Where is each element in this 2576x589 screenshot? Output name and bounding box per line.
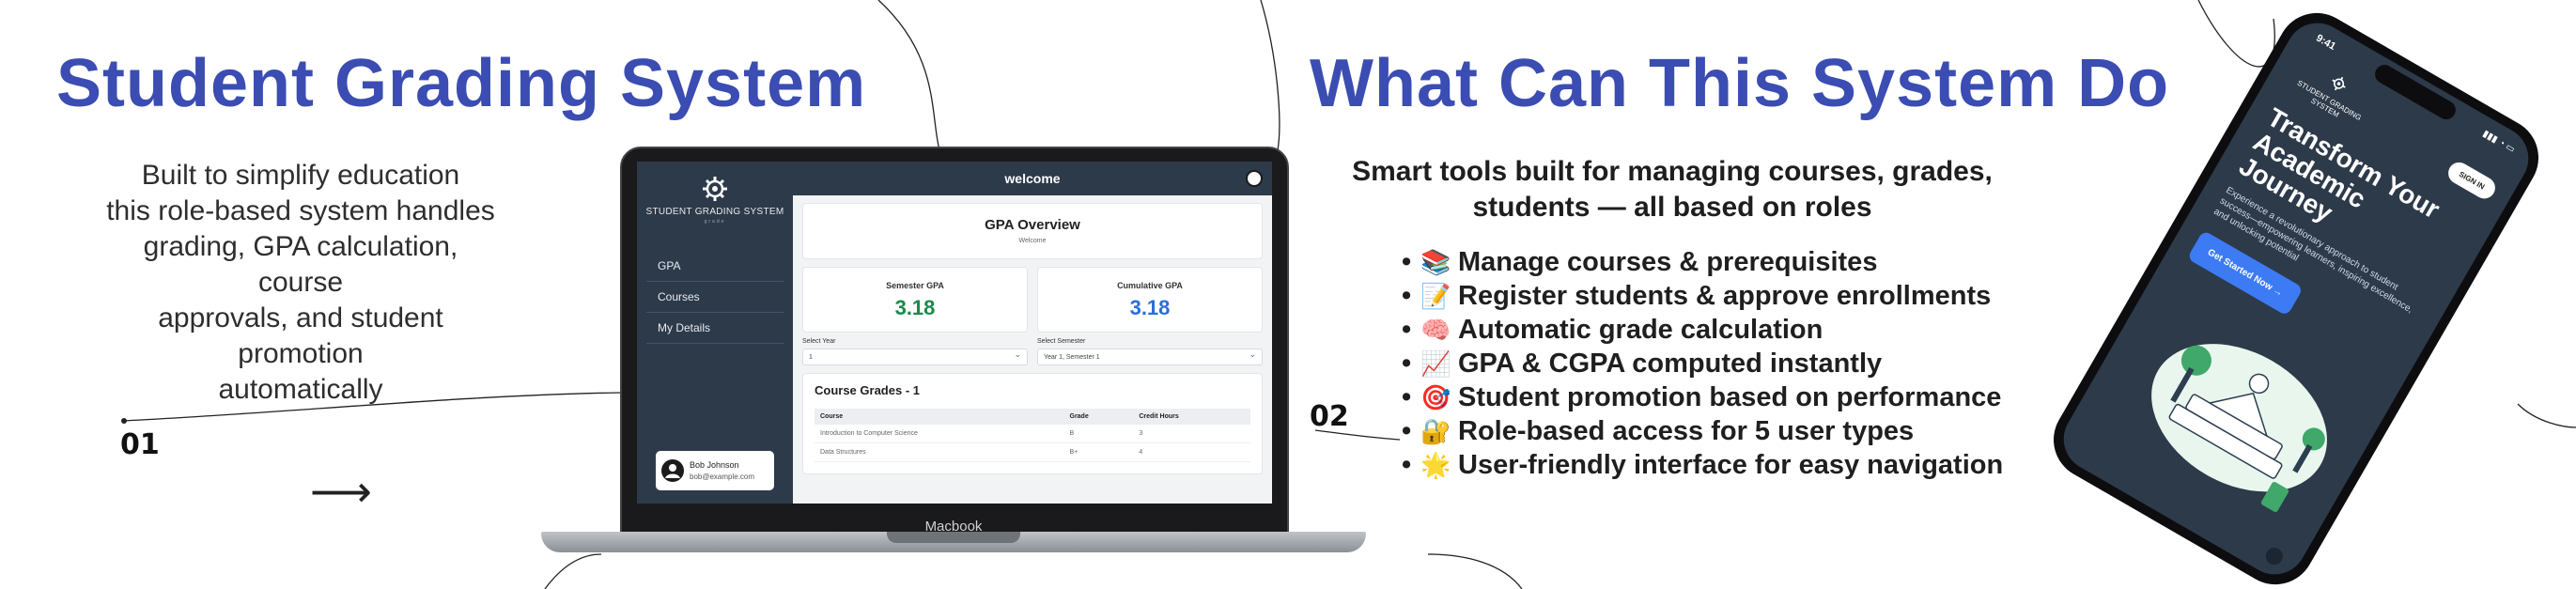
semester-select-label: Select Semester bbox=[1037, 338, 1086, 345]
star-icon: 🌟 bbox=[1420, 452, 1451, 480]
gpa-overview-card: GPA Overview Welcome bbox=[802, 203, 1263, 259]
signal-battery-icon: ▮▮▮ ◔ ▭ bbox=[2480, 128, 2517, 156]
step-number-01: 01 bbox=[120, 428, 160, 461]
chart-icon: 📈 bbox=[1420, 350, 1451, 379]
cumulative-gpa-value: 3.18 bbox=[1129, 296, 1171, 319]
gear-logo-icon bbox=[2332, 76, 2346, 91]
target-icon: 🎯 bbox=[1420, 384, 1451, 412]
semester-gpa-value: 3.18 bbox=[894, 296, 936, 319]
header-title: welcome bbox=[1004, 171, 1061, 186]
column-header: Grade bbox=[1063, 409, 1134, 425]
arrow-right-icon: ⟶ bbox=[310, 467, 372, 516]
left-title: Student Grading System bbox=[56, 46, 867, 121]
subtitle-line: Smart tools built for managing courses, … bbox=[1352, 156, 1993, 187]
app-sidebar: STUDENT GRADING SYSTEM grade GPA Courses… bbox=[637, 162, 793, 504]
user-icon bbox=[665, 464, 680, 478]
lock-icon: 🔐 bbox=[1420, 418, 1451, 446]
table-row: Data Structures B+ 4 bbox=[815, 442, 1250, 462]
table-header-row: Course Grade Credit Hours bbox=[815, 409, 1250, 425]
feature-item: • 🧠 Automatic grade calculation bbox=[1402, 314, 2003, 348]
user-card[interactable]: Bob Johnson bob@example.com bbox=[656, 451, 774, 490]
feature-item: • 🔐 Role-based access for 5 user types bbox=[1402, 415, 2003, 449]
feature-text: Student promotion based on performance bbox=[1458, 382, 2002, 412]
semester-gpa-card: Semester GPA 3.18 bbox=[802, 267, 1028, 333]
user-email: bob@example.com bbox=[690, 473, 755, 481]
feature-text: Role-based access for 5 user types bbox=[1458, 416, 1915, 446]
right-title: What Can This System Do bbox=[1310, 46, 2170, 121]
semester-select-group: Select Semester Year 1, Semester 1 bbox=[1037, 338, 1263, 365]
year-select-label: Select Year bbox=[802, 338, 836, 345]
phone-time: 9:41 bbox=[2314, 32, 2338, 53]
feature-item: • 📝 Register students & approve enrollment… bbox=[1402, 280, 2003, 314]
students-reading-illustration bbox=[2151, 344, 2327, 513]
intro-line: approvals, and student promotion bbox=[158, 302, 443, 369]
laptop-screen: STUDENT GRADING SYSTEM grade GPA Courses… bbox=[637, 162, 1272, 504]
table-row: Introduction to Computer Science B 3 bbox=[815, 425, 1250, 443]
brain-icon: 🧠 bbox=[1420, 317, 1451, 345]
feature-text: User-friendly interface for easy navigat… bbox=[1458, 450, 2004, 480]
year-select[interactable]: 1 bbox=[802, 349, 1028, 365]
gpa-row: Semester GPA 3.18 Cumulative GPA 3.18 bbox=[802, 267, 1263, 333]
feature-item: • 📈 GPA & CGPA computed instantly bbox=[1402, 348, 2003, 381]
overview-title: GPA Overview bbox=[985, 217, 1080, 233]
select-row: Select Year 1 Select Semester Year 1, Se… bbox=[802, 338, 1263, 365]
intro-text: Built to simplify education this role-ba… bbox=[103, 158, 498, 408]
intro-line: automatically bbox=[218, 374, 383, 405]
app-logo-text: STUDENT GRADING SYSTEM bbox=[645, 207, 784, 217]
feature-text: Manage courses & prerequisites bbox=[1458, 247, 1878, 277]
books-icon: 📚 bbox=[1420, 249, 1451, 277]
phone-floating-icon[interactable] bbox=[2262, 544, 2287, 568]
feature-text: Automatic grade calculation bbox=[1458, 315, 1823, 345]
semester-gpa-label: Semester GPA bbox=[886, 281, 944, 290]
table-cell: 3 bbox=[1133, 425, 1250, 443]
table-cell: B bbox=[1063, 425, 1134, 443]
laptop-brand-label: Macbook bbox=[924, 519, 983, 535]
sidebar-item-courses[interactable]: Courses bbox=[646, 282, 784, 313]
sidebar-nav: GPA Courses My Details bbox=[637, 251, 793, 344]
memo-icon: 📝 bbox=[1420, 283, 1451, 311]
intro-line: Built to simplify education bbox=[141, 160, 460, 191]
column-header: Course bbox=[815, 409, 1064, 425]
table-cell: Introduction to Computer Science bbox=[815, 425, 1064, 443]
user-name: Bob Johnson bbox=[690, 460, 739, 470]
intro-line: this role-based system handles bbox=[106, 195, 495, 226]
table-cell: Data Structures bbox=[815, 442, 1064, 462]
column-header: Credit Hours bbox=[1133, 409, 1250, 425]
sidebar-item-gpa[interactable]: GPA bbox=[646, 251, 784, 282]
feature-item: • 📚 Manage courses & prerequisites bbox=[1402, 246, 2003, 280]
year-select-group: Select Year 1 bbox=[802, 338, 1028, 365]
table-cell: B+ bbox=[1063, 442, 1134, 462]
sign-in-button[interactable]: SIGN IN bbox=[2444, 158, 2500, 203]
semester-select[interactable]: Year 1, Semester 1 bbox=[1037, 349, 1263, 365]
cumulative-gpa-card: Cumulative GPA 3.18 bbox=[1037, 267, 1263, 333]
profile-avatar-icon[interactable] bbox=[1246, 170, 1263, 187]
intro-line: grading, GPA calculation, course bbox=[143, 231, 458, 298]
feature-item: • 🎯 Student promotion based on performance bbox=[1402, 381, 2003, 415]
app-header: welcome bbox=[793, 162, 1272, 195]
subtitle-line: students — all based on roles bbox=[1472, 192, 1872, 223]
feature-text: Register students & approve enrollments bbox=[1458, 281, 1992, 311]
table-cell: 4 bbox=[1133, 442, 1250, 462]
right-subtitle: Smart tools built for managing courses, … bbox=[1334, 154, 2010, 225]
course-grades-card: Course Grades - 1 Course Grade Credit Ho… bbox=[802, 373, 1263, 474]
app-main: welcome GPA Overview Welcome Semester GP… bbox=[793, 162, 1272, 504]
feature-list: • 📚 Manage courses & prerequisites • 📝 Regis… bbox=[1402, 246, 2003, 483]
step-number-02: 02 bbox=[1310, 400, 1349, 433]
gear-logo-icon bbox=[703, 177, 727, 201]
cumulative-gpa-label: Cumulative GPA bbox=[1117, 281, 1183, 290]
feature-item: • 🌟 User-friendly interface for easy navig… bbox=[1402, 449, 2003, 483]
course-grades-title: Course Grades - 1 bbox=[815, 383, 920, 397]
grades-table: Course Grade Credit Hours Introduction t… bbox=[815, 409, 1250, 462]
overview-subtitle: Welcome bbox=[1018, 238, 1047, 244]
feature-text: GPA & CGPA computed instantly bbox=[1458, 349, 1883, 379]
sidebar-item-my-details[interactable]: My Details bbox=[646, 313, 784, 344]
app-content: GPA Overview Welcome Semester GPA 3.18 C… bbox=[793, 195, 1272, 482]
avatar bbox=[661, 459, 684, 482]
app-logo-subtext: grade bbox=[704, 219, 726, 225]
